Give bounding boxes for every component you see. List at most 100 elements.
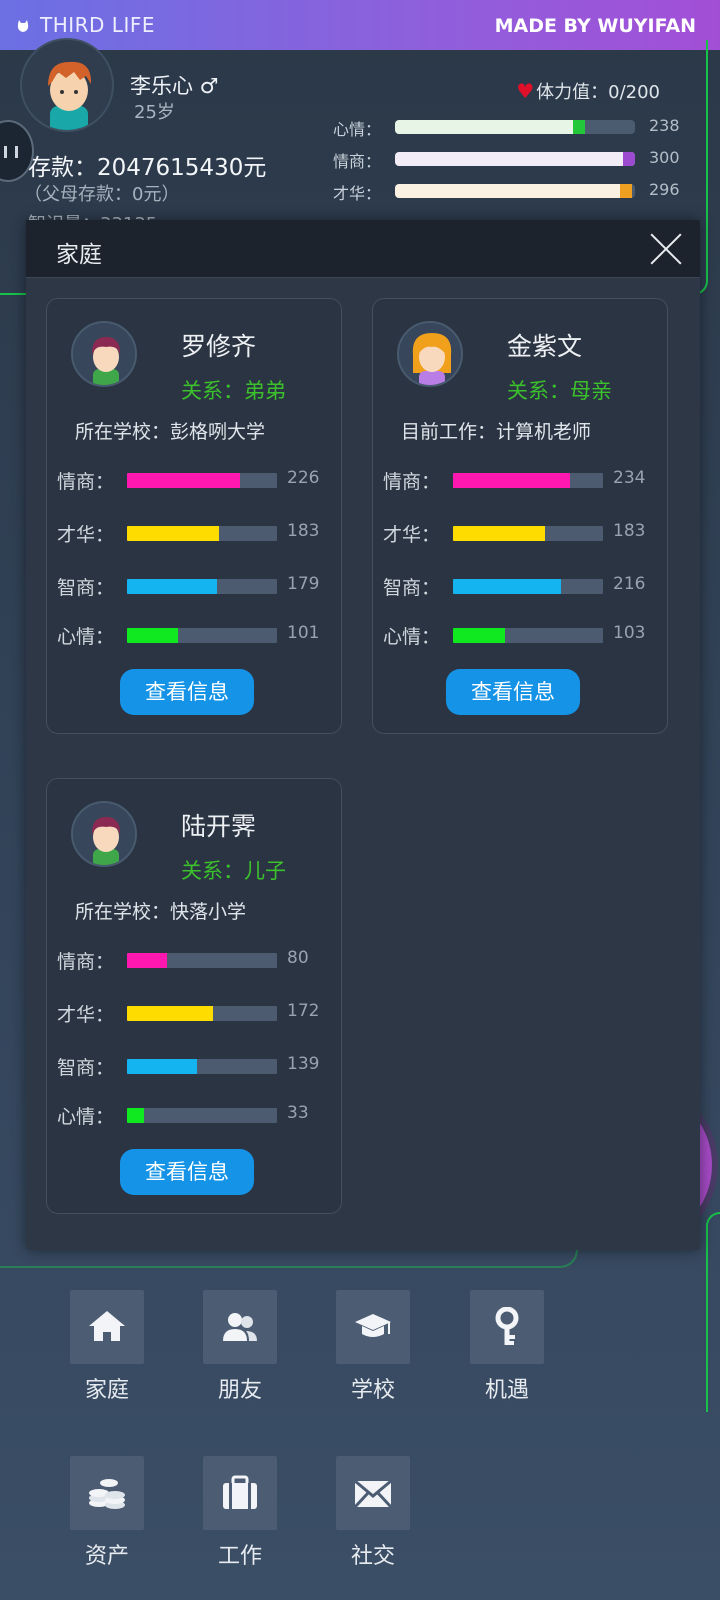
member-stat-label: 心情： bbox=[57, 1106, 115, 1128]
nav-item-friends[interactable]: 朋友 bbox=[203, 1290, 277, 1404]
nav-tile[interactable] bbox=[470, 1290, 544, 1364]
heart-icon: ♥ bbox=[516, 79, 535, 103]
member-stat-row: 情商： 226 bbox=[57, 467, 327, 497]
member-stat-label: 情商： bbox=[57, 471, 115, 493]
nav-tile[interactable] bbox=[70, 1456, 144, 1530]
member-stat-value: 139 bbox=[287, 1054, 320, 1074]
member-stat-row: 才华： 183 bbox=[57, 520, 327, 550]
app-brand-text: THIRD LIFE bbox=[40, 13, 155, 37]
member-stat-label: 才华： bbox=[57, 524, 115, 546]
parent-savings-text: （父母存款：0元） bbox=[24, 184, 180, 205]
player-avatar-icon bbox=[48, 61, 92, 130]
member-avatar bbox=[71, 801, 137, 867]
member-stat-value: 183 bbox=[287, 521, 320, 541]
player-stat-fill bbox=[395, 120, 585, 134]
member-stat-bar bbox=[453, 628, 603, 643]
player-stat-label: 情商： bbox=[333, 152, 382, 171]
member-name: 陆开霁 bbox=[181, 812, 257, 841]
member-card: 金紫文 关系：母亲 目前工作：计算机老师 情商： 234 才华： 183 智商： 216 心情： 1… bbox=[372, 298, 668, 734]
cat-icon bbox=[17, 20, 29, 32]
view-info-button[interactable]: 查看信息 bbox=[120, 669, 254, 715]
player-name: 李乐心 ♂ bbox=[130, 74, 219, 98]
member-avatar bbox=[397, 321, 463, 387]
member-stat-value: 216 bbox=[613, 574, 646, 594]
member-stat-bar bbox=[127, 1108, 277, 1123]
nav-tile[interactable] bbox=[70, 1290, 144, 1364]
nav-label: 资产 bbox=[84, 1544, 129, 1569]
member-info: 所在学校：快落小学 bbox=[75, 901, 247, 923]
member-stat-bar bbox=[127, 628, 277, 643]
member-stat-row: 才华： 172 bbox=[57, 1000, 327, 1030]
boy-avatar-icon bbox=[73, 337, 135, 385]
player-stat-tip bbox=[623, 152, 635, 166]
member-stat-fill bbox=[453, 628, 505, 643]
nav-item-mail[interactable]: 社交 bbox=[336, 1456, 410, 1570]
member-stat-fill bbox=[453, 579, 561, 594]
member-stat-row: 才华： 183 bbox=[383, 520, 653, 550]
modal-title: 家庭 bbox=[56, 242, 102, 268]
member-stat-fill bbox=[127, 579, 217, 594]
member-stat-value: 179 bbox=[287, 574, 320, 594]
member-stat-fill bbox=[453, 473, 570, 488]
player-stat-bar bbox=[395, 120, 635, 134]
maker-credit: MADE BY WUYIFAN bbox=[494, 15, 696, 37]
app-brand: THIRD LIFE bbox=[16, 13, 155, 37]
member-stat-row: 情商： 80 bbox=[57, 947, 327, 977]
nav-tile[interactable] bbox=[203, 1456, 277, 1530]
view-info-button[interactable]: 查看信息 bbox=[120, 1149, 254, 1195]
member-stat-fill bbox=[127, 953, 167, 968]
member-stat-bar bbox=[453, 526, 603, 541]
stamina-text: 体力值：0/200 bbox=[536, 82, 660, 103]
member-stat-value: 234 bbox=[613, 468, 646, 488]
nav-item-key[interactable]: 机遇 bbox=[470, 1290, 544, 1404]
member-stat-bar bbox=[453, 473, 603, 488]
member-stat-fill bbox=[127, 473, 240, 488]
player-stat-value: 300 bbox=[649, 148, 680, 167]
member-stat-row: 心情： 103 bbox=[383, 622, 653, 652]
nav-item-graduation-cap[interactable]: 学校 bbox=[336, 1290, 410, 1404]
player-avatar[interactable] bbox=[20, 38, 114, 132]
nav-label: 家庭 bbox=[84, 1378, 129, 1403]
player-stat-value: 238 bbox=[649, 116, 680, 135]
member-stat-bar bbox=[127, 579, 277, 594]
member-stat-bar bbox=[127, 1006, 277, 1021]
savings-text: 存款：2047615430元 bbox=[28, 155, 267, 181]
member-stat-bar bbox=[127, 473, 277, 488]
member-stat-label: 才华： bbox=[383, 524, 441, 546]
nav-tile[interactable] bbox=[203, 1290, 277, 1364]
member-relation: 关系：儿子 bbox=[181, 859, 286, 883]
member-name: 金紫文 bbox=[507, 332, 583, 361]
player-stat-tip bbox=[620, 184, 632, 198]
member-stat-label: 情商： bbox=[383, 471, 441, 493]
modal-header: 家庭 bbox=[26, 220, 700, 278]
member-stat-label: 心情： bbox=[57, 626, 115, 648]
right-panel-border bbox=[706, 1212, 720, 1412]
member-stat-label: 智商： bbox=[383, 577, 441, 599]
member-stat-fill bbox=[127, 1006, 213, 1021]
member-stat-fill bbox=[127, 526, 219, 541]
nav-item-home[interactable]: 家庭 bbox=[70, 1290, 144, 1404]
member-stat-row: 智商： 216 bbox=[383, 573, 653, 603]
nav-tile[interactable] bbox=[336, 1290, 410, 1364]
nav-label: 学校 bbox=[350, 1378, 395, 1403]
member-stat-value: 101 bbox=[287, 623, 320, 643]
member-stat-value: 33 bbox=[287, 1103, 309, 1123]
player-stat-fill bbox=[395, 184, 632, 198]
member-stat-fill bbox=[127, 628, 178, 643]
nav-item-coins[interactable]: 资产 bbox=[70, 1456, 144, 1570]
player-stat-label: 心情： bbox=[333, 120, 382, 139]
close-icon[interactable] bbox=[646, 228, 686, 268]
member-stat-label: 才华： bbox=[57, 1004, 115, 1026]
nav-item-briefcase[interactable]: 工作 bbox=[203, 1456, 277, 1570]
member-stat-bar bbox=[453, 579, 603, 594]
player-age: 25岁 bbox=[134, 102, 175, 123]
nav-tile[interactable] bbox=[336, 1456, 410, 1530]
member-stat-bar bbox=[127, 953, 277, 968]
member-card: 陆开霁 关系：儿子 所在学校：快落小学 情商： 80 才华： 172 智商： 139 心情： 33 查… bbox=[46, 778, 342, 1214]
stamina-display: ♥ 体力值：0/200 bbox=[516, 78, 660, 104]
nav-label: 工作 bbox=[217, 1544, 262, 1569]
member-relation: 关系：弟弟 bbox=[181, 379, 286, 403]
member-stat-fill bbox=[127, 1059, 197, 1074]
view-info-button[interactable]: 查看信息 bbox=[446, 669, 580, 715]
player-stat-label: 才华： bbox=[333, 184, 382, 203]
